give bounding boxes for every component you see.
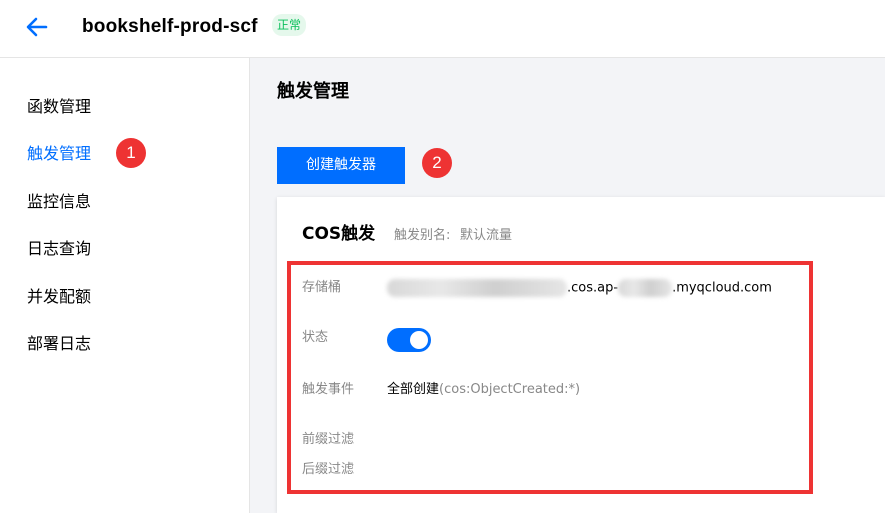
toggle-knob bbox=[410, 331, 428, 349]
prefix-filter-label: 前缀过滤 bbox=[302, 432, 355, 447]
bucket-domain-middle: .cos.ap- bbox=[567, 280, 619, 296]
bucket-value: .cos.ap- .myqcloud.com bbox=[387, 279, 772, 298]
redacted-region bbox=[618, 279, 673, 297]
sidebar: 函数管理 触发管理 监控信息 日志查询 并发配额 部署日志 1 bbox=[0, 58, 250, 513]
trigger-type-title: COS触发 bbox=[302, 224, 376, 244]
step-2-badge: 2 bbox=[422, 148, 452, 178]
suffix-filter-label: 后缀过滤 bbox=[302, 462, 355, 477]
main-content: 触发管理 创建触发器 2 COS触发 触发别名: 默认流量 存储桶 .cos.a… bbox=[251, 58, 885, 513]
status-badge: 正常 bbox=[272, 14, 307, 36]
trigger-card: COS触发 触发别名: 默认流量 存储桶 .cos.ap- .myqcloud.c… bbox=[277, 197, 885, 513]
sidebar-item-concurrency-quota[interactable]: 并发配额 bbox=[27, 286, 91, 308]
sidebar-item-trigger-management[interactable]: 触发管理 bbox=[27, 143, 91, 165]
sidebar-item-log-query[interactable]: 日志查询 bbox=[27, 238, 91, 260]
status-toggle[interactable] bbox=[387, 328, 431, 352]
status-label: 状态 bbox=[302, 330, 329, 345]
step-1-badge: 1 bbox=[116, 138, 146, 168]
bucket-label: 存储桶 bbox=[302, 280, 342, 295]
sidebar-item-deploy-logs[interactable]: 部署日志 bbox=[27, 333, 91, 355]
create-trigger-button[interactable]: 创建触发器 bbox=[277, 147, 405, 184]
bucket-domain-suffix: .myqcloud.com bbox=[672, 280, 772, 296]
event-name: 全部创建 bbox=[387, 382, 440, 397]
trigger-alias-label: 触发别名: bbox=[394, 228, 451, 243]
trigger-alias-value: 默认流量 bbox=[460, 228, 513, 243]
top-header: bookshelf-prod-scf 正常 bbox=[0, 0, 885, 58]
function-name: bookshelf-prod-scf bbox=[82, 16, 258, 37]
sidebar-item-function-management[interactable]: 函数管理 bbox=[27, 96, 91, 118]
redacted-bucket-name bbox=[387, 279, 567, 297]
trigger-event-value: 全部创建(cos:ObjectCreated:*) bbox=[387, 381, 580, 399]
page-title: 触发管理 bbox=[277, 81, 349, 102]
event-code: (cos:ObjectCreated:*) bbox=[439, 382, 581, 397]
sidebar-item-monitoring[interactable]: 监控信息 bbox=[27, 191, 91, 213]
back-button[interactable] bbox=[22, 14, 52, 40]
trigger-event-label: 触发事件 bbox=[302, 382, 355, 397]
arrow-left-icon bbox=[26, 17, 48, 37]
